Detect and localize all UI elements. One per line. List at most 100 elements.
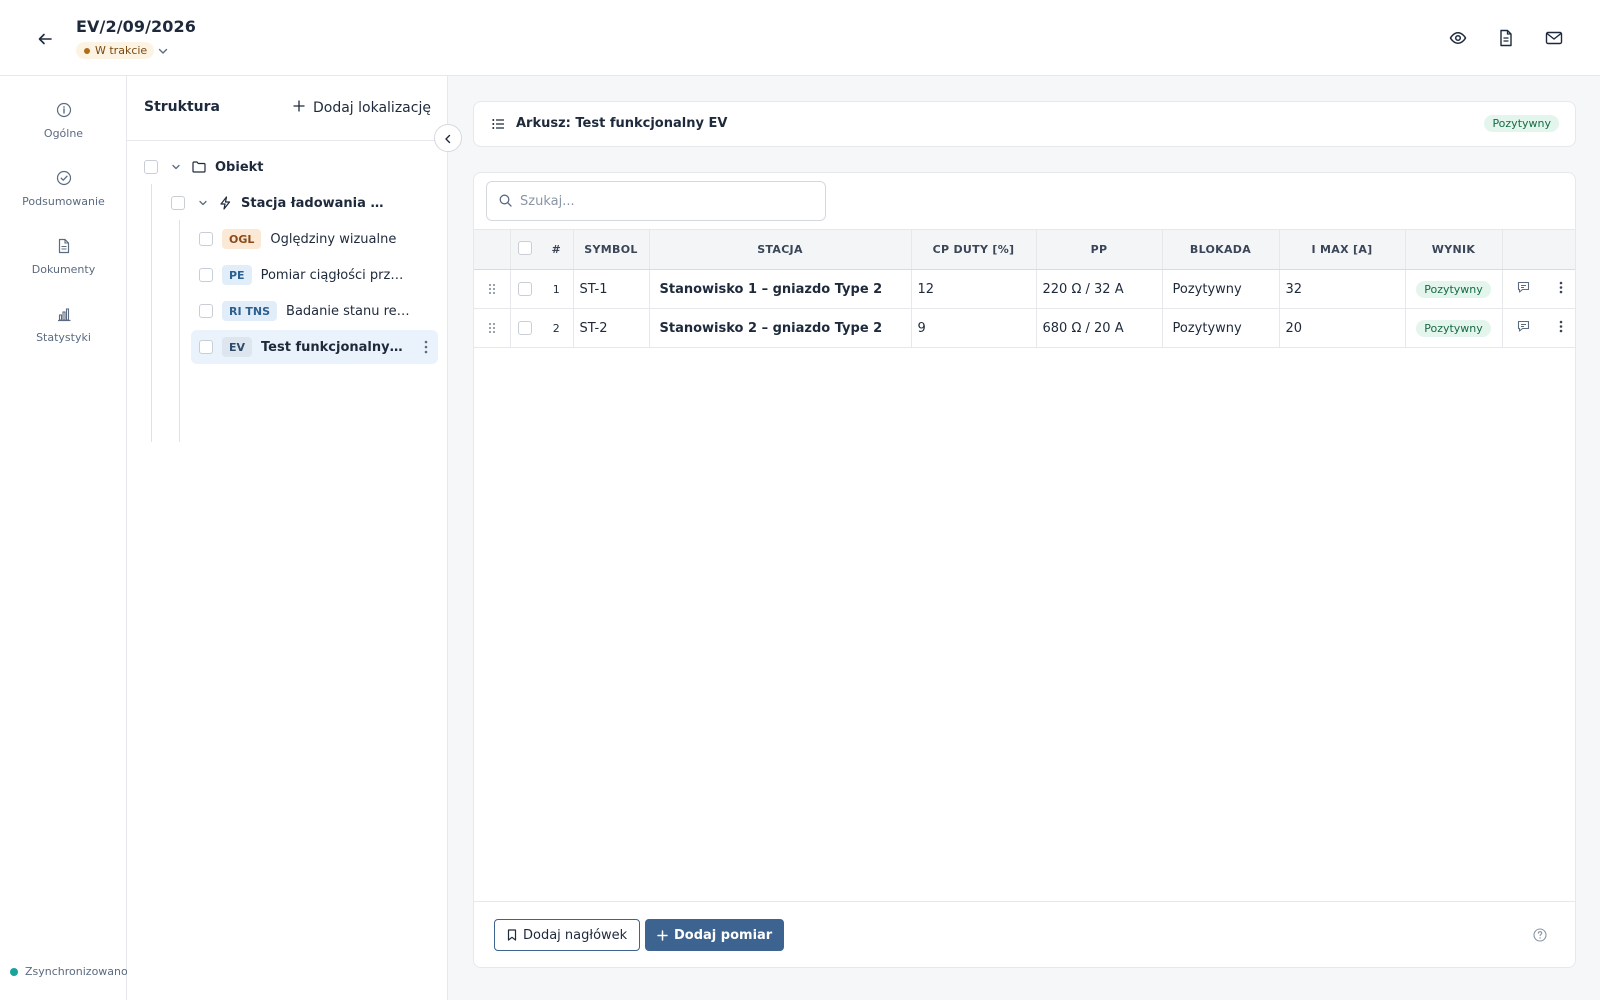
cell-pp[interactable]: 220 Ω / 32 A [1036, 269, 1163, 309]
plus-icon [293, 100, 305, 116]
collapse-panel-button[interactable] [434, 124, 462, 152]
rail-item-label: Podsumowanie [22, 195, 105, 208]
tree-label: Oględziny wizualne [270, 231, 397, 247]
comment-icon[interactable] [1517, 281, 1530, 297]
tree-item-ev[interactable]: EV Test funkcjonalny sta... [191, 330, 438, 364]
more-vertical-icon[interactable] [1559, 320, 1563, 337]
column-header-wynik[interactable]: WYNIK [1405, 229, 1503, 270]
checkbox[interactable] [199, 268, 213, 282]
result-badge: Pozytywny [1416, 280, 1491, 298]
help-icon[interactable] [1533, 927, 1549, 943]
info-icon [56, 102, 72, 122]
list-icon [492, 118, 504, 130]
add-measurement-button[interactable]: Dodaj pomiar [645, 919, 785, 951]
chevron-down-icon[interactable] [170, 161, 182, 173]
cell-symbol[interactable]: ST-1 [573, 269, 650, 309]
cell-stacja[interactable]: Stanowisko 2 – gniazdo Type 2 [649, 308, 912, 348]
more-vertical-icon[interactable] [1559, 281, 1563, 298]
rail-item-label: Statystyki [36, 331, 91, 344]
sync-label: Zsynchronizowano [25, 965, 128, 978]
plus-icon [657, 929, 668, 941]
sync-status: Zsynchronizowano [10, 965, 128, 978]
checkbox[interactable] [199, 304, 213, 318]
back-arrow-icon[interactable] [34, 28, 56, 50]
cell-blokada[interactable]: Pozytywny [1162, 308, 1280, 348]
rail-item-ogolne[interactable]: Ogólne [0, 102, 127, 154]
tree-line [151, 184, 152, 442]
chart-icon [56, 306, 72, 326]
drag-handle-icon[interactable] [480, 322, 504, 334]
tree-label: Obiekt [215, 159, 264, 175]
mail-icon[interactable] [1544, 28, 1564, 48]
drag-handle-icon[interactable] [480, 283, 504, 295]
cell-cp-duty[interactable]: 12 [911, 269, 1037, 309]
status-dot [84, 47, 90, 54]
tree-label: Test funkcjonalny sta... [261, 339, 404, 355]
checkbox[interactable] [199, 232, 213, 246]
table-row[interactable]: 1 ST-1 Stanowisko 1 – gniazdo Type 2 12 … [474, 269, 1575, 309]
row-checkbox[interactable] [518, 321, 533, 335]
rail-item-podsumowanie[interactable]: Podsumowanie [0, 170, 127, 222]
row-checkbox[interactable] [518, 282, 533, 296]
checkbox[interactable] [199, 340, 213, 354]
status-badge[interactable]: W trakcie [76, 42, 155, 59]
more-vertical-icon[interactable] [424, 340, 428, 354]
eye-icon[interactable] [1448, 28, 1468, 48]
row-number: 2 [540, 308, 574, 348]
rail-item-dokumenty[interactable]: Dokumenty [0, 238, 127, 290]
sync-dot [10, 967, 18, 976]
rail-item-statystyki[interactable]: Statystyki [0, 306, 127, 358]
column-header-pp[interactable]: PP [1036, 229, 1163, 270]
checkbox[interactable] [171, 196, 185, 210]
search-box[interactable] [486, 181, 826, 221]
cell-stacja[interactable]: Stanowisko 1 – gniazdo Type 2 [649, 269, 912, 309]
add-header-button[interactable]: Dodaj nagłówek [494, 919, 641, 951]
column-header-symbol[interactable]: SYMBOL [573, 229, 650, 270]
tree-item-stacja[interactable]: Stacja ładowania AC ... [171, 186, 431, 220]
lightning-icon [219, 196, 232, 210]
row-checkbox-cell [510, 308, 540, 348]
result-badge: Pozytywny [1416, 319, 1491, 337]
tree-item-obiekt[interactable]: Obiekt [144, 150, 434, 184]
chevron-down-icon[interactable] [197, 197, 209, 209]
add-measurement-label: Dodaj pomiar [674, 927, 773, 943]
chevron-down-icon[interactable] [156, 43, 170, 57]
tag-ri-tns: RI TNS [222, 301, 278, 321]
add-header-label: Dodaj nagłówek [523, 927, 628, 943]
cell-wynik[interactable]: Pozytywny [1405, 269, 1503, 309]
tag-ev: EV [222, 337, 253, 357]
row-number: 1 [540, 269, 574, 309]
tree-item-pe[interactable]: PE Pomiar ciągłości przew... [199, 258, 429, 292]
tag-ogl: OGL [222, 229, 262, 249]
table-row[interactable]: 2 ST-2 Stanowisko 2 – gniazdo Type 2 9 6… [474, 308, 1575, 348]
cell-blokada[interactable]: Pozytywny [1162, 269, 1280, 309]
document-icon [56, 238, 72, 258]
search-input[interactable] [520, 193, 810, 209]
file-icon[interactable] [1496, 28, 1516, 48]
select-all-cell [510, 229, 540, 270]
cell-pp[interactable]: 680 Ω / 20 A [1036, 308, 1163, 348]
cell-imax[interactable]: 20 [1279, 308, 1406, 348]
column-header-number[interactable]: # [540, 229, 574, 270]
column-header-blokada[interactable]: BLOKADA [1162, 229, 1280, 270]
cell-imax[interactable]: 32 [1279, 269, 1406, 309]
add-location-button[interactable]: Dodaj lokalizację [293, 100, 431, 116]
add-location-label: Dodaj lokalizację [313, 100, 431, 116]
sheet-title: Arkusz: Test funkcjonalny EV [516, 116, 728, 131]
rail-item-label: Dokumenty [31, 263, 96, 276]
tree-item-ogl[interactable]: OGL Oględziny wizualne [199, 222, 429, 256]
tag-pe: PE [222, 265, 252, 285]
cell-cp-duty[interactable]: 9 [911, 308, 1037, 348]
comment-icon[interactable] [1517, 320, 1530, 336]
select-all-checkbox[interactable] [518, 241, 533, 255]
cell-symbol[interactable]: ST-2 [573, 308, 650, 348]
check-circle-icon [56, 170, 72, 190]
checkbox[interactable] [144, 160, 158, 174]
cell-wynik[interactable]: Pozytywny [1405, 308, 1503, 348]
column-header-cp-duty[interactable]: CP DUTY [%] [911, 229, 1037, 270]
tree-line [179, 220, 180, 442]
measurements-table: # SYMBOL STACJA CP DUTY [%] PP BLOKADA I… [474, 229, 1575, 348]
column-header-stacja[interactable]: STACJA [649, 229, 912, 270]
column-header-imax[interactable]: I MAX [A] [1279, 229, 1406, 270]
tree-item-ri-tns[interactable]: RI TNS Badanie stanu rezy... [199, 294, 429, 328]
